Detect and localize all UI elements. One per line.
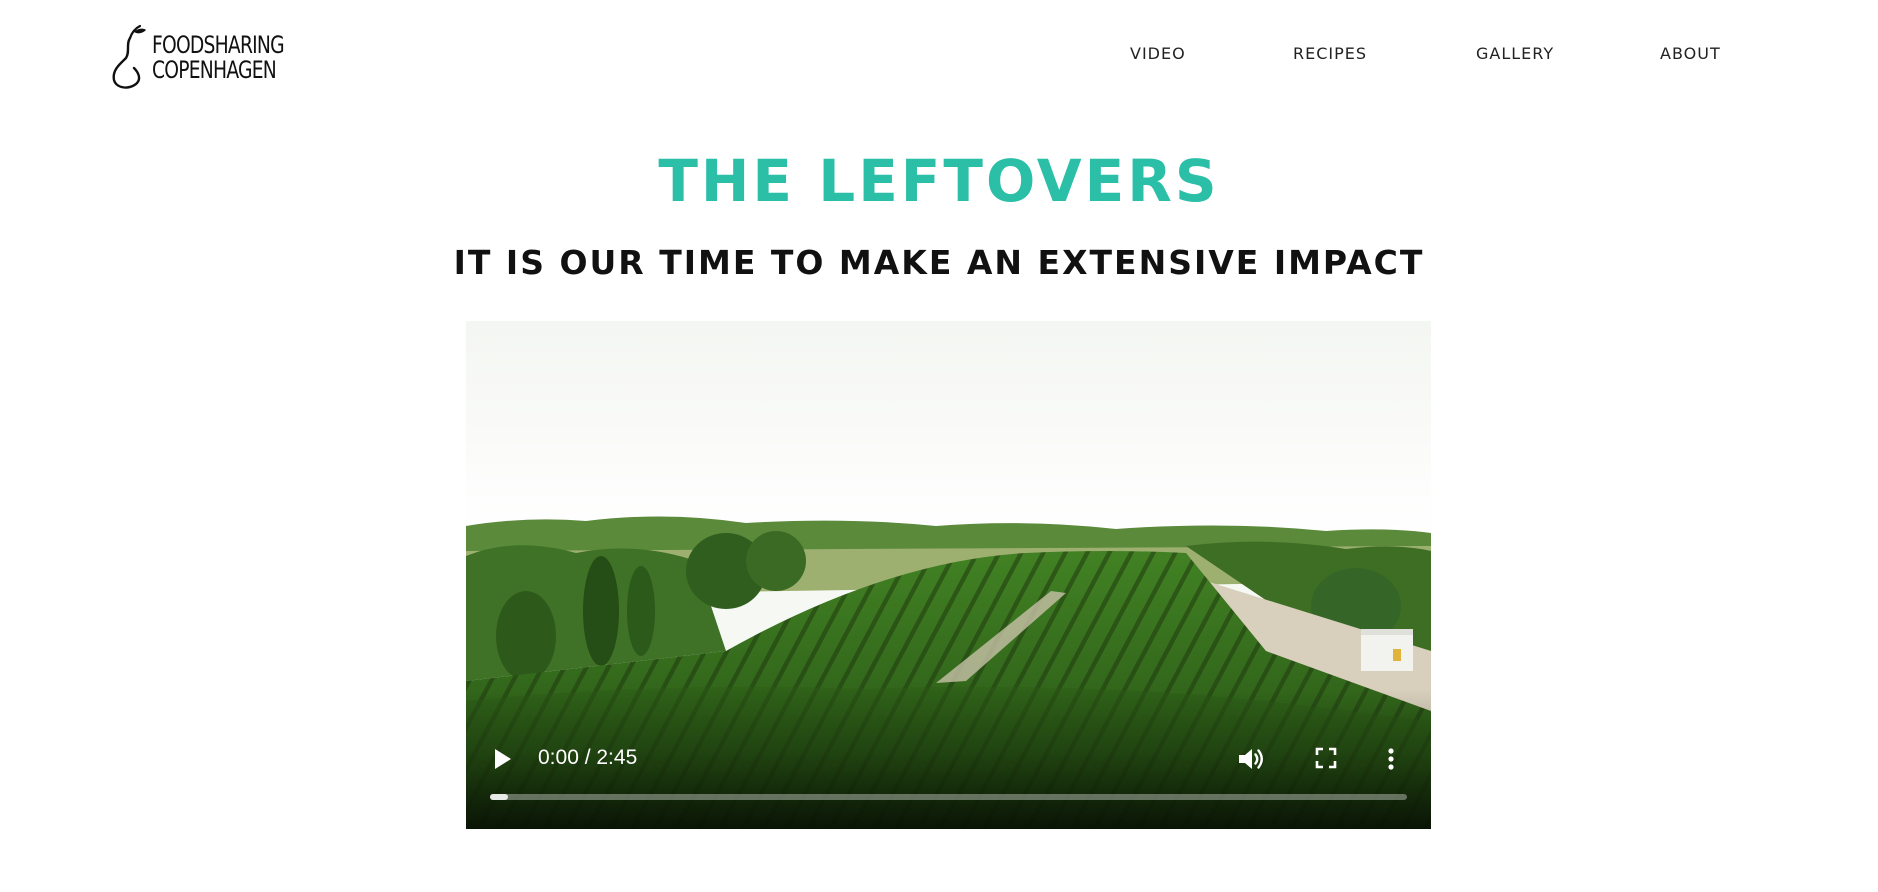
pear-icon <box>112 24 146 89</box>
more-options-icon <box>1388 748 1394 770</box>
nav-item-gallery[interactable]: GALLERY <box>1476 44 1554 63</box>
logo-line-1: FOODSHARING <box>152 30 285 59</box>
more-options-button[interactable] <box>1386 744 1396 774</box>
nav-item-video[interactable]: VIDEO <box>1130 44 1186 63</box>
logo-text: FOODSHARING COPENHAGEN <box>152 30 285 84</box>
nav-item-recipes[interactable]: RECIPES <box>1293 44 1367 63</box>
page: FOODSHARING COPENHAGEN VIDEO RECIPES GAL… <box>0 0 1878 892</box>
volume-icon <box>1239 749 1263 769</box>
nav-item-about[interactable]: ABOUT <box>1660 44 1721 63</box>
video-player[interactable]: 0:00 / 2:45 <box>466 321 1431 829</box>
play-button[interactable] <box>492 746 514 772</box>
play-icon <box>495 749 511 769</box>
video-progress-bar[interactable] <box>490 794 1407 800</box>
fullscreen-icon <box>1315 747 1337 769</box>
mute-button[interactable] <box>1236 744 1266 774</box>
video-progress-fill <box>490 794 509 800</box>
site-logo[interactable]: FOODSHARING COPENHAGEN <box>108 24 321 92</box>
fullscreen-button[interactable] <box>1313 745 1339 771</box>
time-display: 0:00 / 2:45 <box>538 746 638 769</box>
logo-line-2: COPENHAGEN <box>152 56 277 84</box>
page-title: THE LEFTOVERS <box>658 147 1220 215</box>
page-subtitle: IT IS OUR TIME TO MAKE AN EXTENSIVE IMPA… <box>453 243 1425 282</box>
